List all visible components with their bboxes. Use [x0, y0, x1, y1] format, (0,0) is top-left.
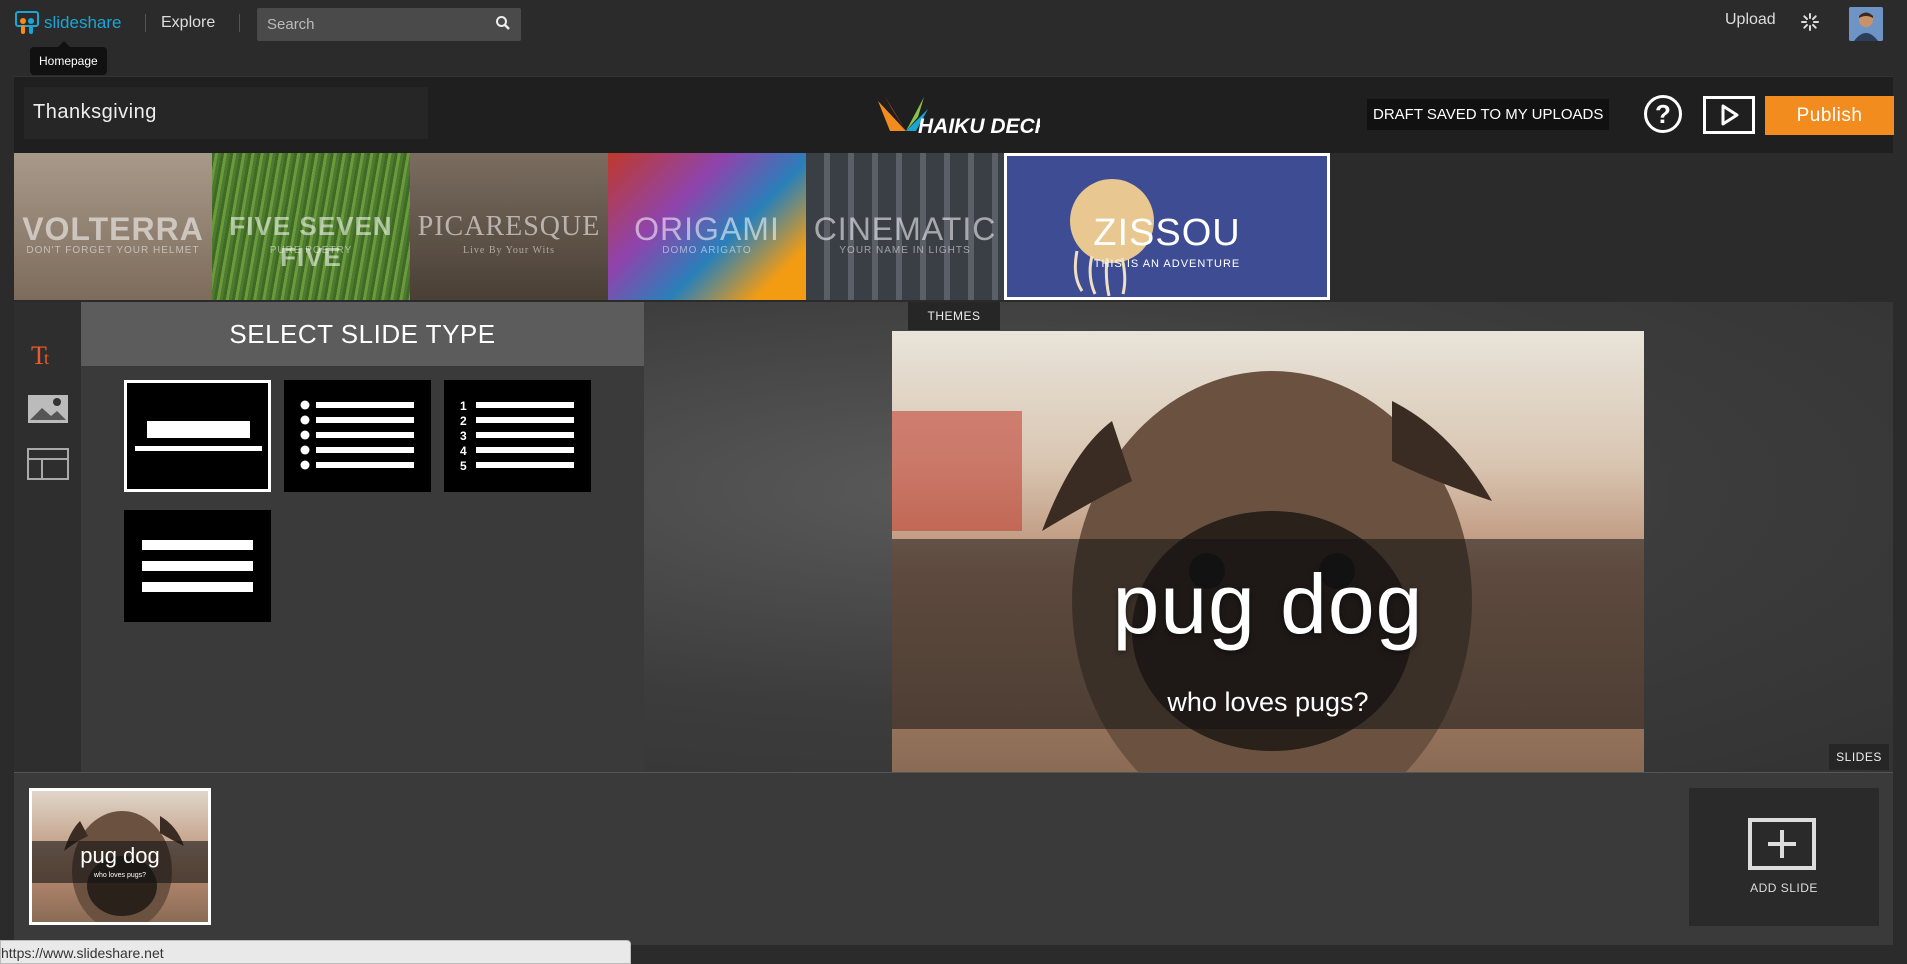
select-slide-type-heading: SELECT SLIDE TYPE: [81, 302, 644, 366]
theme-name: FIVE SEVEN FIVE: [229, 211, 393, 272]
image-tool-icon[interactable]: [27, 394, 69, 429]
play-preview-button[interactable]: [1703, 96, 1755, 134]
theme-origami[interactable]: ORIGAMI DOMO ARIGATO: [608, 153, 806, 300]
thumbnail-title: pug dog: [80, 843, 160, 868]
slides-tab[interactable]: SLIDES: [1829, 744, 1889, 770]
slide-type-title[interactable]: [124, 380, 271, 492]
slideshare-logo-text: slideshare: [44, 13, 122, 32]
slide-thumbnail[interactable]: pug dog who loves pugs?: [29, 788, 211, 925]
layout-tool-icon[interactable]: [27, 448, 69, 485]
help-button[interactable]: ?: [1644, 95, 1682, 133]
theme-tagline: YOUR NAME IN LIGHTS: [839, 245, 971, 256]
theme-name: CINEMATIC: [813, 211, 997, 247]
search-placeholder: Search: [267, 16, 315, 33]
list-number: 1: [460, 399, 467, 413]
theme-tagline: THIS IS AN ADVENTURE: [1093, 258, 1241, 270]
slide-preview[interactable]: pug dog who loves pugs?: [892, 331, 1644, 772]
add-slide-button[interactable]: ADD SLIDE: [1689, 788, 1879, 926]
status-url: https://www.slideshare.net: [1, 945, 164, 961]
svg-text:t: t: [44, 348, 49, 368]
list-number: 4: [460, 444, 467, 458]
slide-title[interactable]: pug dog: [892, 556, 1644, 653]
theme-tagline: Live By Your Wits: [463, 245, 555, 256]
draft-saved-status: DRAFT SAVED TO MY UPLOADS: [1367, 99, 1610, 130]
haiku-deck-brand-text: HAIKU DECK: [918, 115, 1040, 138]
add-slide-icon: [1748, 818, 1816, 870]
theme-name: VOLTERRA: [22, 211, 204, 247]
theme-tagline: PURE POETRY: [269, 245, 353, 256]
list-number: 5: [460, 459, 467, 473]
list-number: 3: [460, 429, 467, 443]
browser-status-bar: https://www.slideshare.net: [0, 940, 631, 964]
search-input[interactable]: Search: [257, 8, 521, 41]
deck-title-field[interactable]: Thanksgiving: [24, 87, 428, 139]
top-navigation-bar: slideshare Explore Search Upload: [0, 0, 1907, 48]
search-icon[interactable]: [495, 15, 511, 36]
publish-button[interactable]: Publish: [1765, 96, 1894, 135]
left-toolbar: Tt: [14, 302, 81, 772]
list-number: 2: [460, 414, 467, 428]
select-slide-type-panel: SELECT SLIDE TYPE 1 2 3 4 5: [81, 302, 644, 772]
theme-name: ZISSOU: [1093, 212, 1241, 254]
theme-name: ORIGAMI: [634, 211, 780, 247]
slide-type-bullets[interactable]: [284, 380, 431, 492]
divider: [145, 14, 146, 32]
deck-header: Thanksgiving HAIKU DECK DRAFT SAVED TO M…: [14, 76, 1894, 153]
divider: [239, 14, 240, 32]
theme-five-seven-five[interactable]: FIVE SEVEN FIVE PURE POETRY: [212, 153, 410, 300]
slide-type-paragraph[interactable]: [124, 510, 271, 622]
theme-name: PICARESQUE: [417, 211, 601, 242]
user-avatar[interactable]: [1849, 7, 1883, 41]
theme-cinematic[interactable]: CINEMATIC YOUR NAME IN LIGHTS: [806, 153, 1004, 300]
slide-strip: pug dog who loves pugs? ADD SLIDE: [14, 772, 1893, 945]
add-slide-label: ADD SLIDE: [1750, 881, 1818, 895]
upload-link[interactable]: Upload: [1725, 11, 1776, 29]
text-tool-icon[interactable]: Tt: [27, 341, 59, 373]
theme-volterra[interactable]: VOLTERRA DON'T FORGET YOUR HELMET: [14, 153, 212, 300]
slide-subtitle[interactable]: who loves pugs?: [892, 687, 1644, 718]
themes-strip: VOLTERRA DON'T FORGET YOUR HELMET FIVE S…: [14, 153, 1333, 300]
themes-tab[interactable]: THEMES: [908, 302, 1000, 330]
play-icon: [1721, 104, 1739, 126]
homepage-tooltip: Homepage: [30, 41, 107, 75]
haiku-deck-logo: HAIKU DECK: [870, 87, 1052, 148]
theme-tagline: DOMO ARIGATO: [662, 245, 752, 256]
slideshare-logo-icon: [14, 10, 40, 36]
slide-type-numbered-list[interactable]: 1 2 3 4 5: [444, 380, 591, 492]
theme-tagline: DON'T FORGET YOUR HELMET: [26, 245, 200, 256]
deck-title: Thanksgiving: [33, 101, 157, 123]
theme-picaresque[interactable]: PICARESQUE Live By Your Wits: [410, 153, 608, 300]
theme-zissou-selected[interactable]: ZISSOU THIS IS AN ADVENTURE: [1004, 153, 1330, 300]
loading-spinner-icon[interactable]: [1800, 12, 1820, 37]
explore-link[interactable]: Explore: [161, 14, 215, 32]
slideshare-logo[interactable]: slideshare: [14, 9, 122, 37]
thumbnail-subtitle: who loves pugs?: [93, 872, 147, 879]
